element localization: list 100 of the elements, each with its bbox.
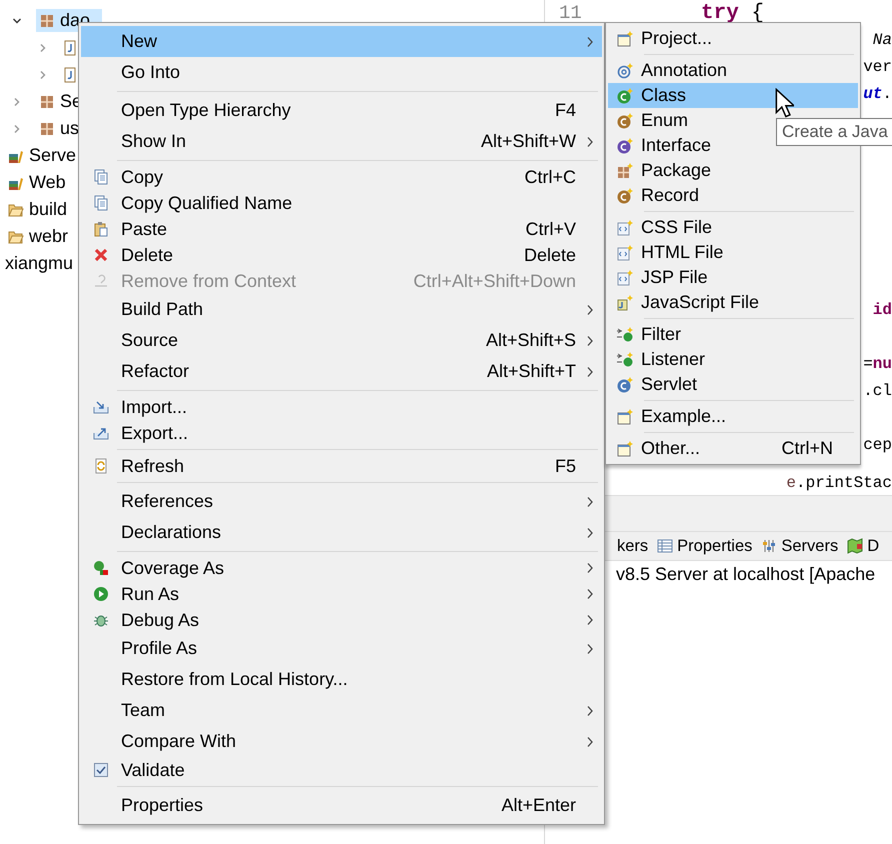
- file-icon: [616, 220, 632, 236]
- menu-item[interactable]: Refresh F5: [81, 453, 602, 479]
- menu-item[interactable]: Team: [81, 695, 602, 726]
- code-line: e.printStac: [786, 474, 892, 492]
- menu-item[interactable]: Source Alt+Shift+S: [81, 325, 602, 356]
- menu-item[interactable]: Example...: [608, 404, 858, 429]
- menu-item[interactable]: References: [81, 486, 602, 517]
- line-number: 11: [559, 1, 583, 26]
- shortcut-text: F5: [554, 456, 576, 476]
- shortcut-text: Ctrl+N: [781, 438, 833, 459]
- package-icon: [39, 120, 55, 136]
- menu-item[interactable]: Build Path: [81, 294, 602, 325]
- refresh-icon: [93, 458, 109, 474]
- new-window-icon: [616, 440, 632, 456]
- clipboard-icon: [93, 221, 109, 237]
- java-file-icon: [62, 66, 78, 82]
- console-text: v8.5 Server at localhost [Apache: [616, 564, 876, 584]
- code-line: .cl: [863, 382, 892, 400]
- record-icon: [616, 188, 632, 204]
- copy-icon: [93, 169, 109, 185]
- menu-item[interactable]: Debug As: [81, 607, 602, 633]
- filter-icon: [616, 326, 632, 342]
- menu-item[interactable]: Copy Ctrl+C: [81, 164, 602, 190]
- menu-item[interactable]: Run As: [81, 581, 602, 607]
- menu-item[interactable]: Compare With: [81, 726, 602, 757]
- menu-item[interactable]: Filter: [608, 322, 858, 347]
- shortcut-text: Ctrl+C: [524, 166, 576, 188]
- menu-item[interactable]: JavaScript File: [608, 290, 858, 315]
- menu-item[interactable]: Package: [608, 158, 858, 183]
- table-icon: [657, 538, 674, 554]
- coverage-icon: [93, 560, 109, 576]
- map-icon: [847, 538, 864, 554]
- shortcut-text: Alt+Shift+T: [486, 361, 576, 382]
- menu-item[interactable]: Copy Qualified Name: [81, 190, 602, 216]
- cursor-icon: [775, 88, 794, 118]
- menu-item[interactable]: Listener: [608, 347, 858, 372]
- package-icon: [39, 94, 55, 110]
- shortcut-text: Ctrl+V: [525, 218, 576, 240]
- new-window-icon: [616, 408, 632, 424]
- tree-item[interactable]: webr: [6, 225, 80, 248]
- shortcut-text: Alt+Shift+S: [486, 330, 576, 351]
- annotation-icon: [616, 62, 632, 78]
- delete-icon: [93, 247, 109, 263]
- menu-item[interactable]: CSS File: [608, 215, 858, 240]
- play-icon: [93, 586, 109, 602]
- new-window-icon: [616, 30, 632, 46]
- menu-item[interactable]: Go Into: [81, 57, 602, 88]
- menu-item[interactable]: Paste Ctrl+V: [81, 216, 602, 242]
- menu-item[interactable]: Other... Ctrl+N: [608, 436, 858, 461]
- enum-icon: [616, 112, 632, 128]
- menu-item[interactable]: Export...: [81, 420, 602, 446]
- import-icon: [93, 399, 109, 415]
- java-file-icon: [62, 40, 78, 56]
- menu-item[interactable]: Delete Delete: [81, 242, 602, 268]
- copy-icon: [93, 195, 109, 211]
- tree-item[interactable]: build: [6, 198, 80, 221]
- folder-icon: [8, 202, 24, 218]
- chevron-icon[interactable]: [12, 16, 22, 26]
- menu-item[interactable]: Project...: [608, 26, 858, 51]
- menu-item[interactable]: Restore from Local History...: [81, 664, 602, 695]
- menu-item[interactable]: Class: [608, 83, 858, 108]
- menu-item[interactable]: Profile As: [81, 633, 602, 664]
- remove-icon: [93, 273, 109, 289]
- shortcut-text: Alt+Shift+W: [480, 131, 576, 152]
- menu-item[interactable]: Servlet: [608, 372, 858, 397]
- package-icon: [616, 162, 632, 178]
- package-icon: [39, 12, 55, 28]
- panel-tab[interactable]: kers: [617, 536, 648, 556]
- menu-item[interactable]: Annotation: [608, 58, 858, 83]
- menu-item[interactable]: HTML File: [608, 240, 858, 265]
- menu-item[interactable]: Import...: [81, 394, 602, 420]
- code-line: =nu: [863, 355, 892, 373]
- tree-item[interactable]: Web: [6, 171, 78, 194]
- listener-icon: [616, 352, 632, 368]
- code-line: ut.: [863, 85, 892, 103]
- shortcut-text: Ctrl+Alt+Shift+Down: [413, 270, 576, 292]
- tooltip: Create a Java: [776, 118, 892, 146]
- code-line: ver: [863, 58, 892, 76]
- menu-item[interactable]: Declarations: [81, 517, 602, 548]
- interface-icon: [616, 138, 632, 154]
- code-line: id: [872, 301, 892, 319]
- panel-tab[interactable]: Servers: [761, 536, 838, 556]
- menu-item[interactable]: JSP File: [608, 265, 858, 290]
- menu-item[interactable]: Record: [608, 183, 858, 208]
- menu-item[interactable]: Coverage As: [81, 555, 602, 581]
- code-line: try {: [701, 2, 764, 25]
- file-icon: [616, 270, 632, 286]
- code-line: cep: [863, 436, 892, 454]
- file-icon: [616, 244, 632, 260]
- menu-item[interactable]: Refactor Alt+Shift+T: [81, 356, 602, 387]
- shortcut-text: F4: [554, 100, 576, 121]
- menu-item[interactable]: New: [81, 26, 602, 57]
- panel-tab[interactable]: D: [847, 536, 880, 556]
- servers-icon: [761, 538, 778, 554]
- menu-item[interactable]: Properties Alt+Enter: [81, 790, 602, 821]
- shortcut-text: Delete: [524, 244, 576, 266]
- script-icon: [616, 294, 632, 310]
- panel-tab[interactable]: Properties: [657, 536, 752, 556]
- menu-item[interactable]: Validate: [81, 757, 602, 783]
- folder-icon: [8, 228, 24, 244]
